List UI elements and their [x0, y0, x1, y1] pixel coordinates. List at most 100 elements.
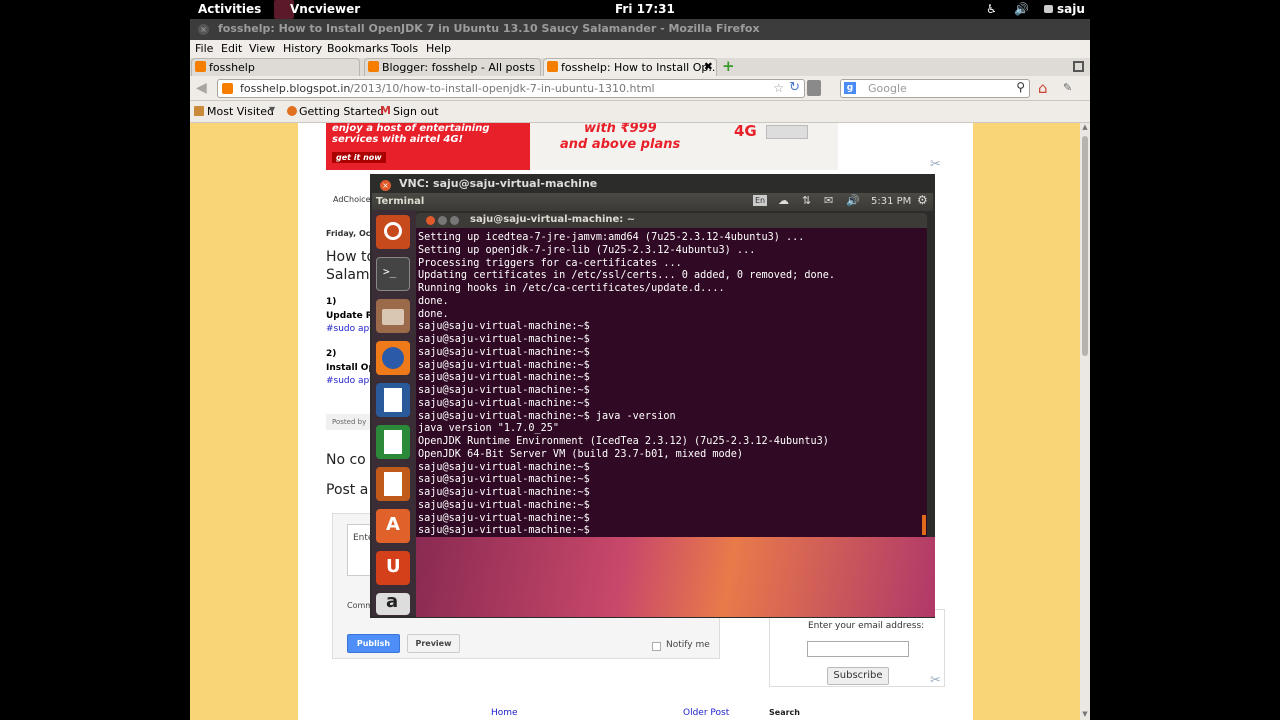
edit-wrench-icon[interactable]: ✂ [930, 673, 941, 688]
firefox-titlebar: × fosshelp: How to Install OpenJDK 7 in … [190, 19, 1090, 40]
gear-icon[interactable]: ⚙ [917, 193, 928, 207]
ad-cta[interactable]: get it now [332, 152, 386, 163]
tab-fosshelp[interactable]: fosshelp [191, 58, 360, 76]
volume-icon[interactable]: 🔊 [1014, 2, 1029, 16]
search-icon[interactable]: ⚲ [1016, 80, 1025, 94]
cloud-icon[interactable]: ☁ [778, 194, 789, 207]
addon-icon[interactable]: ✎ [1063, 81, 1072, 94]
terminal-line: saju@saju-virtual-machine:~$ [418, 321, 590, 333]
tab-bar: fosshelp Blogger: fosshelp - All posts f… [190, 58, 1090, 76]
adchoices-link[interactable]: AdChoices [333, 195, 375, 204]
scrollbar-thumb[interactable] [1082, 136, 1088, 356]
terminal-icon[interactable]: >_ [376, 257, 410, 291]
ad-banner[interactable]: enjoy a host of entertaining services wi… [326, 123, 838, 170]
user-menu[interactable]: saju [1057, 2, 1085, 16]
terminal-line: OpenJDK 64-Bit Server VM (build 23.7-b01… [418, 448, 744, 460]
menu-help[interactable]: Help [426, 42, 451, 55]
terminal-line: saju@saju-virtual-machine:~$ [418, 474, 590, 486]
dash-home-icon[interactable] [376, 215, 410, 249]
clock[interactable]: Fri 17:31 [615, 2, 675, 16]
subscribe-widget: Enter your email address: Subscribe [769, 609, 945, 687]
software-center-icon[interactable]: A [376, 509, 410, 543]
terminal-line: saju@saju-virtual-machine:~$ [418, 499, 590, 511]
files-icon[interactable] [376, 299, 410, 333]
menu-view[interactable]: View [249, 42, 275, 55]
notify-label: Notify me [666, 640, 710, 650]
close-terminal-icon[interactable] [426, 216, 435, 225]
menu-bar: File Edit View History Bookmarks Tools H… [190, 40, 1090, 58]
email-input[interactable] [807, 641, 909, 657]
older-post-link[interactable]: Older Post [683, 708, 729, 718]
tab-groups-icon[interactable] [1073, 61, 1084, 72]
close-window-icon[interactable]: × [380, 180, 391, 191]
top-bar: Activities Vncviewer Fri 17:31 ♿ 🔊 saju [190, 0, 1090, 19]
tab-openjdk-post[interactable]: fosshelp: How to Install Op... ✖ [543, 58, 717, 76]
notify-checkbox[interactable] [652, 642, 661, 651]
scroll-down-icon[interactable]: ▼ [1080, 710, 1090, 720]
url-path: /2013/10/how-to-install-openjdk-7-in-ubu… [350, 82, 655, 95]
terminal-line: OpenJDK Runtime Environment (IcedTea 2.3… [418, 436, 829, 447]
reload-icon[interactable]: ↻ [789, 80, 800, 95]
terminal-line: saju@saju-virtual-machine:~$ [418, 359, 590, 371]
bookmark-sign-out[interactable]: Sign out [393, 105, 439, 118]
activities-button[interactable]: Activities [198, 2, 261, 16]
back-arrow-icon[interactable]: ◀ [196, 80, 207, 96]
edit-wrench-icon[interactable]: ✂ [930, 157, 941, 172]
close-window-icon[interactable]: × [198, 24, 209, 35]
minimize-icon[interactable] [438, 216, 447, 225]
terminal-line: Setting up openjdk-7-jre-lib (7u25-2.3.1… [418, 244, 756, 256]
accessibility-icon[interactable]: ♿ [986, 2, 997, 16]
writer-icon[interactable] [376, 383, 410, 417]
terminal-scroll-indicator [922, 515, 926, 535]
publish-button[interactable]: Publish [347, 634, 400, 653]
search-placeholder: Google [868, 82, 907, 95]
menu-edit[interactable]: Edit [221, 42, 242, 55]
maximize-icon[interactable] [450, 216, 459, 225]
app-menu[interactable]: Vncviewer [290, 2, 360, 16]
bookmark-star-icon[interactable]: ☆ [773, 81, 784, 95]
close-tab-icon[interactable]: ✖ [704, 60, 713, 73]
calc-icon[interactable] [376, 425, 410, 459]
firefox-icon [287, 106, 297, 116]
blogger-icon [547, 61, 558, 72]
mail-icon[interactable]: ✉ [824, 194, 833, 207]
bookmark-getting-started[interactable]: Getting Started [299, 105, 384, 118]
impress-icon[interactable] [376, 467, 410, 501]
menu-history[interactable]: History [283, 42, 322, 55]
screen: Activities Vncviewer Fri 17:31 ♿ 🔊 saju … [190, 0, 1090, 720]
panel-app-name: Terminal [376, 196, 425, 207]
menu-bookmarks[interactable]: Bookmarks [327, 42, 388, 55]
network-icon[interactable]: ⇅ [802, 194, 811, 207]
site-favicon [222, 83, 233, 94]
terminal-line: saju@saju-virtual-machine:~$ [418, 512, 590, 524]
bookmark-most-visited[interactable]: Most Visited [207, 105, 274, 118]
home-link[interactable]: Home [491, 708, 518, 718]
new-tab-icon[interactable]: + [722, 59, 736, 74]
keyboard-layout-indicator[interactable]: En [753, 195, 768, 206]
navigation-bar: ◀ fosshelp.blogspot.in /2013/10/how-to-i… [190, 76, 1090, 101]
search-box[interactable]: g Google ⚲ [840, 79, 1030, 98]
terminal-line: Setting up icedtea-7-jre-jamvm:amd64 (7u… [418, 232, 805, 243]
menu-tools[interactable]: Tools [391, 42, 418, 55]
ubuntu-one-icon[interactable]: U [376, 551, 410, 585]
blogger-icon [368, 61, 379, 72]
page-scrollbar[interactable]: ▲ ▼ [1080, 123, 1090, 720]
menu-file[interactable]: File [195, 42, 213, 55]
firefox-icon[interactable] [376, 341, 410, 375]
panel-clock[interactable]: 5:31 PM [871, 196, 911, 207]
downloads-icon[interactable] [807, 80, 821, 96]
terminal-output[interactable]: Setting up icedtea-7-jre-jamvm:amd64 (7u… [416, 228, 927, 537]
preview-button[interactable]: Preview [407, 634, 460, 653]
tab-blogger-posts[interactable]: Blogger: fosshelp - All posts [364, 58, 541, 76]
chevron-down-icon: ▼ [269, 105, 276, 114]
post-title: How to [326, 249, 376, 265]
google-icon[interactable]: g [844, 82, 856, 94]
amazon-icon[interactable]: a [376, 591, 410, 615]
terminal-line: saju@saju-virtual-machine:~$ [418, 385, 590, 396]
url-bar[interactable]: fosshelp.blogspot.in /2013/10/how-to-ins… [217, 79, 805, 98]
scroll-up-icon[interactable]: ▲ [1080, 123, 1090, 133]
home-icon[interactable]: ⌂ [1038, 79, 1048, 97]
terminal-line: saju@saju-virtual-machine:~$ java -versi… [418, 410, 676, 422]
subscribe-button[interactable]: Subscribe [827, 667, 889, 685]
volume-icon[interactable]: 🔊 [846, 194, 860, 207]
